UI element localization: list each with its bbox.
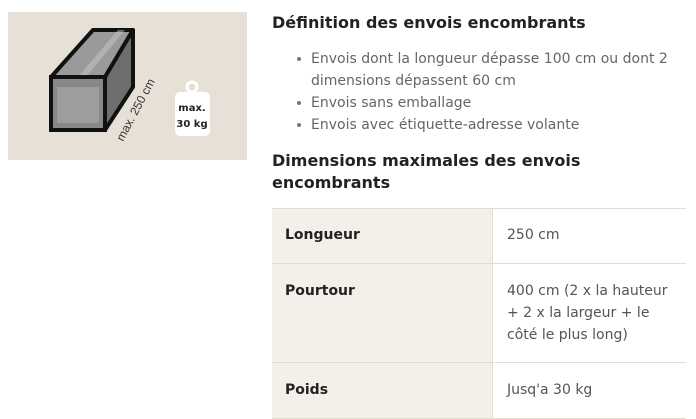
list-item: Envois sans emballage (295, 92, 686, 114)
definition-list: Envois dont la longueur dépasse 100 cm o… (272, 48, 686, 136)
row-value-weight: Jusq'a 30 kg (492, 362, 686, 419)
row-key-length: Longueur (272, 208, 493, 264)
dimensions-heading: Dimensions maximales des envois encombra… (272, 151, 581, 192)
list-item: Envois avec étiquette-adresse volante (295, 114, 686, 136)
weight-icon: max. 30 kg (175, 80, 210, 136)
long-parcel-icon: max. 250 cm max. 30 kg (49, 28, 210, 143)
weight-label-line1: max. (178, 103, 205, 114)
definition-heading: Définition des envois encombrants (272, 13, 586, 32)
table-row: Pourtour 400 cm (2 x la hauteur + 2 x la… (272, 263, 686, 363)
parcel-illustration: max. 250 cm max. 30 kg (8, 12, 247, 160)
row-value-length: 250 cm (492, 208, 686, 264)
row-key-girth: Pourtour (272, 263, 493, 363)
weight-label-line2: 30 kg (176, 119, 207, 130)
dimensions-table: Longueur 250 cm Pourtour 400 cm (2 x la … (272, 208, 686, 419)
table-row: Longueur 250 cm (272, 208, 686, 264)
main-content: Définition des envois encombrants Envois… (272, 12, 686, 419)
row-value-girth: 400 cm (2 x la hauteur + 2 x la largeur … (492, 263, 686, 363)
list-item: Envois dont la longueur dépasse 100 cm o… (295, 48, 686, 92)
table-row: Poids Jusq'a 30 kg (272, 362, 686, 419)
row-key-weight: Poids (272, 362, 493, 419)
